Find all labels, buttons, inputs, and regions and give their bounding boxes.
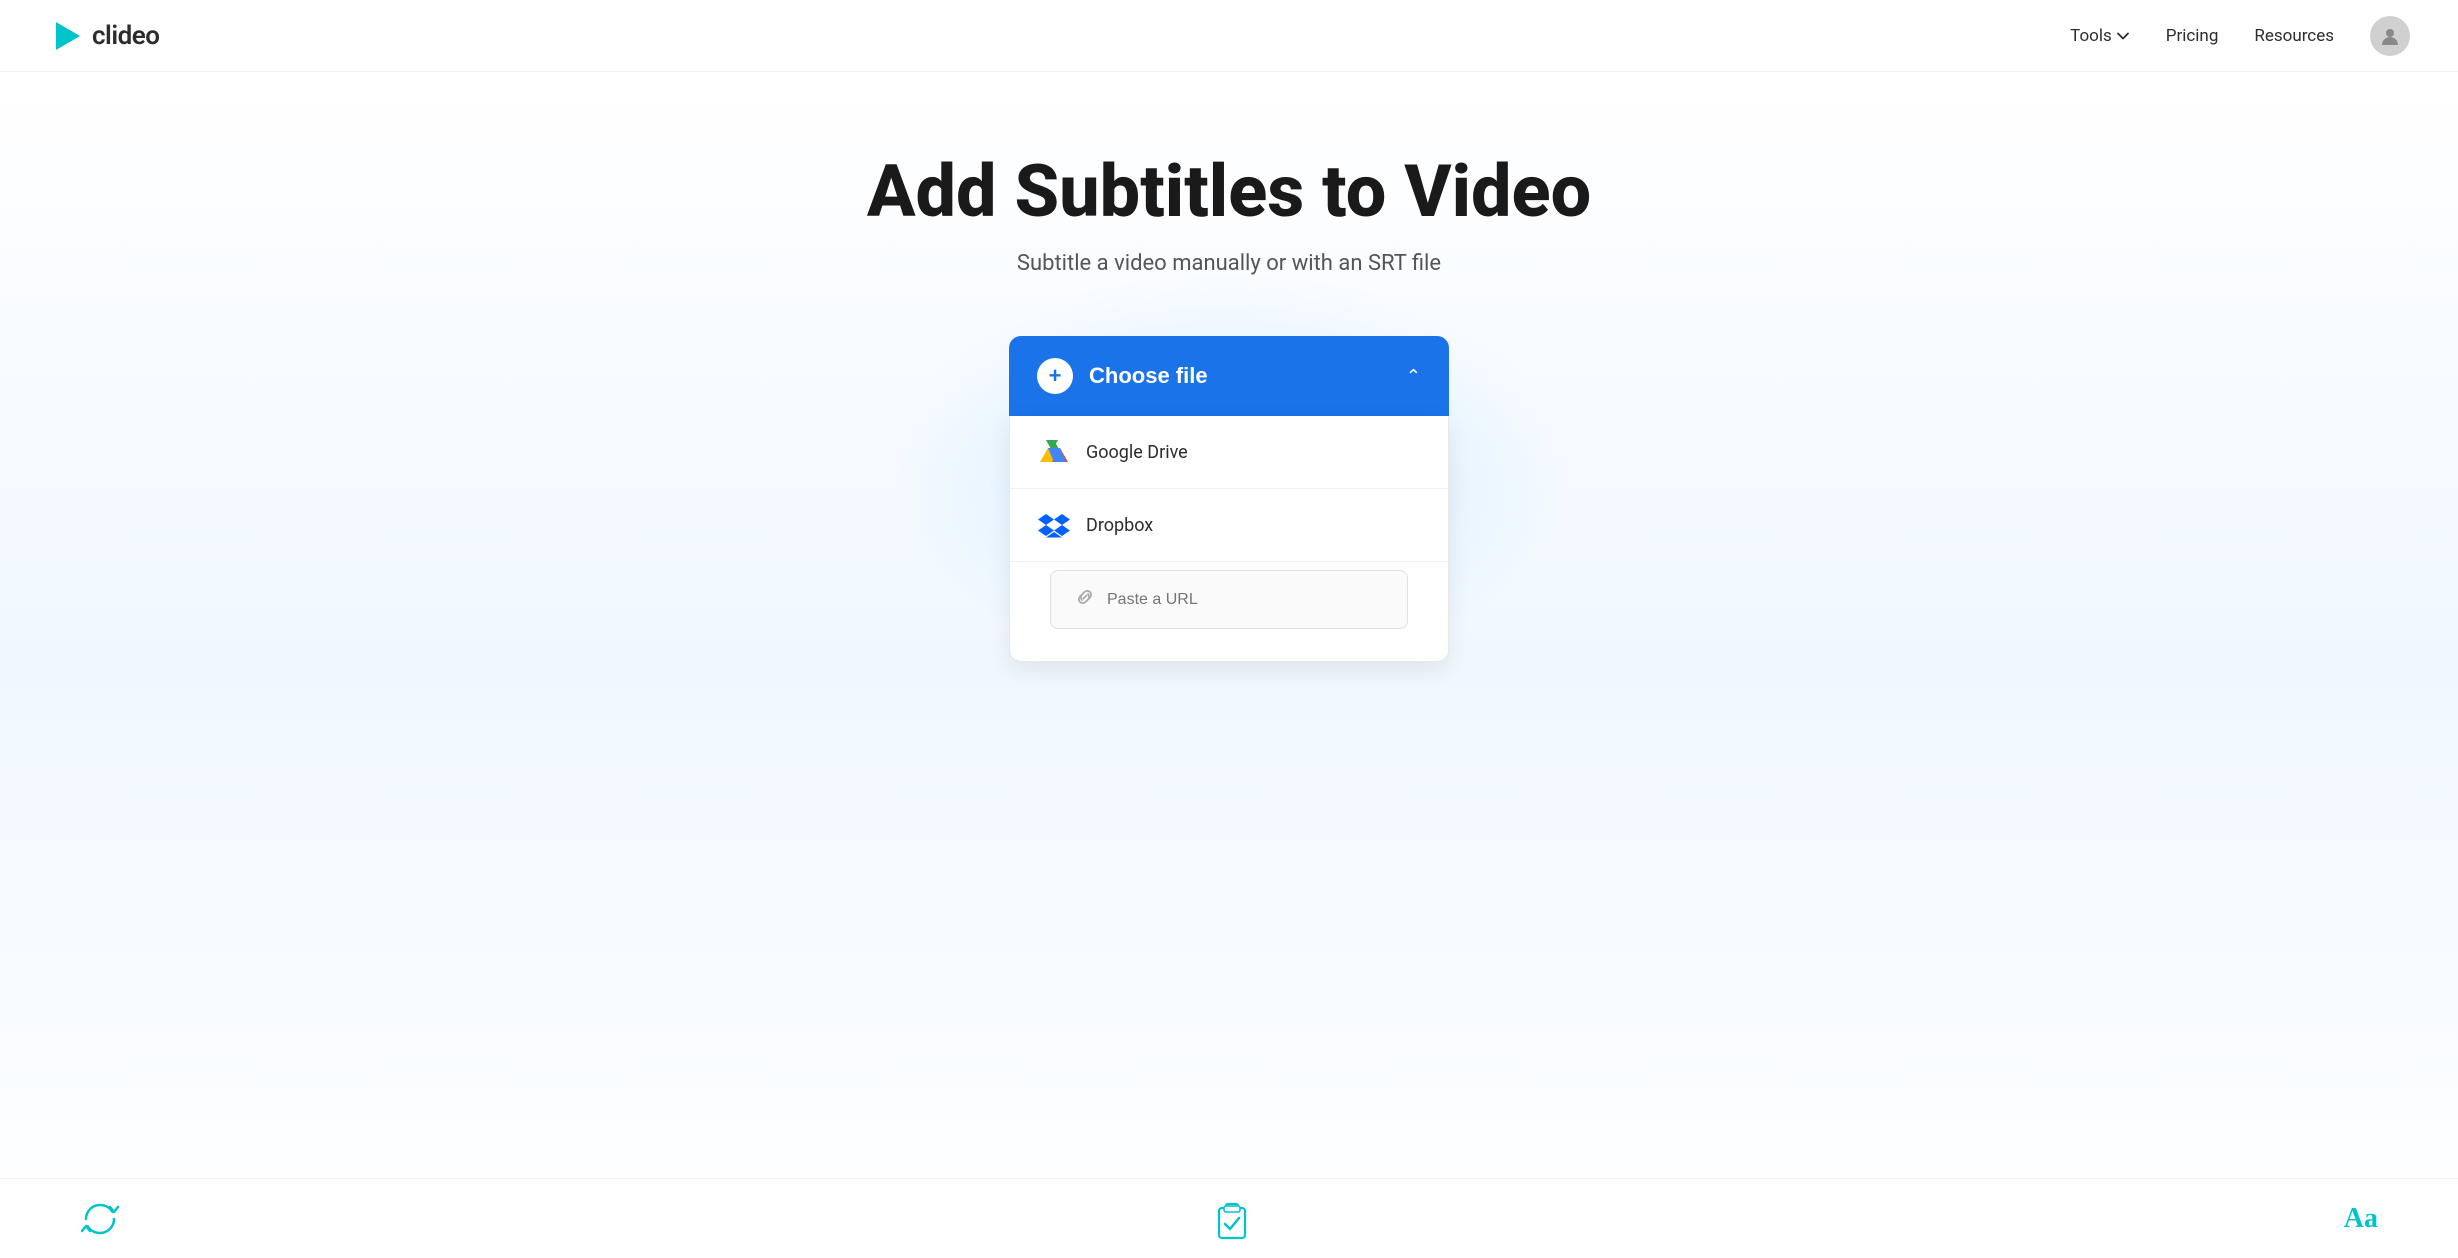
nav-pricing[interactable]: Pricing (2166, 26, 2219, 46)
pricing-label: Pricing (2166, 26, 2219, 46)
refresh-button[interactable] (80, 1199, 120, 1239)
upload-container: + Choose file ⌃ Google Drive (1009, 336, 1449, 662)
choose-file-left: + Choose file (1037, 358, 1208, 394)
avatar-icon (2379, 25, 2401, 47)
link-svg-icon (1075, 587, 1095, 607)
logo-text: clideo (92, 21, 159, 51)
url-input-container (1010, 570, 1448, 661)
page-title: Add Subtitles to Video (867, 152, 1591, 231)
dropdown-panel: Google Drive Dropbox (1009, 416, 1449, 662)
bottom-toolbar: Aa (0, 1178, 2458, 1258)
choose-file-button[interactable]: + Choose file ⌃ (1009, 336, 1449, 416)
google-drive-option[interactable]: Google Drive (1010, 416, 1448, 489)
tools-label: Tools (2070, 26, 2112, 46)
text-size-icon: Aa (2344, 1203, 2378, 1235)
url-input-wrapper (1050, 570, 1408, 629)
page-subtitle: Subtitle a video manually or with an SRT… (1017, 251, 1441, 276)
logo[interactable]: clideo (48, 18, 159, 54)
dropbox-label: Dropbox (1086, 515, 1153, 536)
clipboard-check-icon (1211, 1198, 1253, 1240)
link-icon (1075, 587, 1095, 612)
header: clideo Tools Pricing Resources (0, 0, 2458, 72)
text-size-button[interactable]: Aa (2344, 1203, 2378, 1235)
clideo-logo-icon (48, 18, 84, 54)
plus-symbol: + (1049, 365, 1062, 387)
chevron-up-icon: ⌃ (1406, 366, 1421, 387)
google-drive-label: Google Drive (1086, 442, 1188, 463)
refresh-icon (80, 1199, 120, 1239)
choose-file-label: Choose file (1089, 363, 1208, 389)
google-drive-icon (1038, 436, 1070, 468)
chevron-down-icon (2116, 29, 2130, 43)
main-content: Add Subtitles to Video Subtitle a video … (0, 72, 2458, 1258)
nav-resources[interactable]: Resources (2254, 26, 2334, 46)
clipboard-check-button[interactable] (1211, 1198, 1253, 1240)
dropbox-option[interactable]: Dropbox (1010, 489, 1448, 562)
plus-circle-icon: + (1037, 358, 1073, 394)
nav: Tools Pricing Resources (2070, 16, 2410, 56)
url-input[interactable] (1107, 591, 1383, 609)
dropbox-icon (1038, 509, 1070, 541)
resources-label: Resources (2254, 26, 2334, 46)
user-avatar[interactable] (2370, 16, 2410, 56)
nav-tools[interactable]: Tools (2070, 26, 2130, 46)
